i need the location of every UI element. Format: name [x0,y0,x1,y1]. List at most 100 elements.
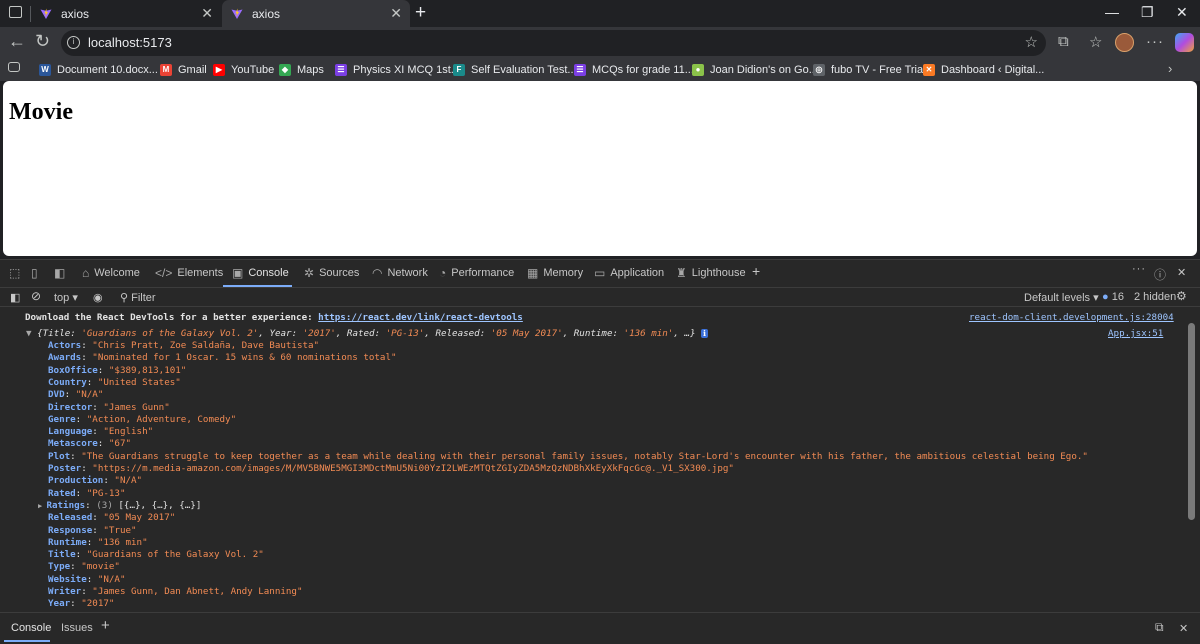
close-icon[interactable]: ✕ [201,5,213,22]
bookmark-item[interactable]: ✕ Dashboard ‹ Digital... [923,62,1044,78]
source-link-react-dom[interactable]: react-dom-client.development.js:28004 [969,312,1174,323]
tab-lighthouse[interactable]: ♜ Lighthouse [676,266,746,280]
bookmark-item[interactable]: ▶ YouTube [213,62,274,78]
bookmark-item[interactable]: W Document 10.docx... [39,62,158,78]
object-property: Type: "movie" [48,561,120,573]
object-property: Released: "05 May 2017" [48,512,176,524]
tab-elements[interactable]: </> Elements [155,266,223,280]
object-property: Writer: "James Gunn, Dan Abnett, Andy La… [48,586,303,597]
source-link-app[interactable]: App.jsx:51 [1108,328,1163,339]
bookmark-item[interactable]: ● Joan Didion's on Go... [692,62,818,78]
tab-network[interactable]: ◠ Network [372,266,428,280]
browser-tab-1[interactable]: axios ✕ [31,0,221,27]
object-property[interactable]: ▶ Ratings: (3) [{…}, {…}, {…}] [38,500,201,512]
help-icon[interactable]: ⓘ [1154,266,1171,283]
reload-icon[interactable]: ↻ [35,31,50,52]
sidebar-toggle-icon[interactable]: ◧ [10,291,20,304]
favorites-icon[interactable]: ☆ [1089,33,1102,51]
inspect-element-icon[interactable]: ⬚ [9,266,25,280]
expand-arrow-icon[interactable]: ▼ [26,328,37,339]
code-icon: </> [155,266,173,280]
object-summary[interactable]: ▼ {Title: 'Guardians of the Galaxy Vol. … [26,328,709,340]
live-expression-eye-icon[interactable]: ◉ [93,291,103,304]
restore-icon[interactable]: ❐ [1141,4,1154,21]
bookmark-label: Maps [297,64,324,76]
bug-icon: ✲ [304,266,315,280]
browser-tab-2[interactable]: axios ✕ [222,0,410,27]
more-tabs-plus-icon[interactable]: + [752,263,760,279]
console-toolbar: ◧ ⊘ top ▾ ◉ ⚲ Filter Default levels ▾ ● … [0,288,1200,307]
back-icon[interactable]: ← [8,31,26,52]
bookmark-label: MCQs for grade 11... [592,64,694,76]
list-icon: ☰ [574,64,586,76]
extensions-icon[interactable]: ⧉ [1058,33,1069,50]
dock-icon[interactable]: ◧ [54,266,70,280]
maps-icon: ◆ [279,64,291,76]
tab-application[interactable]: ▭ Application [594,266,664,280]
minimize-icon[interactable]: — [1105,4,1119,20]
context-selector[interactable]: top ▾ [54,291,78,304]
filter-input[interactable]: ⚲ Filter [120,291,156,304]
tab-performance[interactable]: ◔ Performance [439,266,514,280]
object-property: Awards: "Nominated for 1 Oscar. 15 wins … [48,352,397,364]
react-devtools-link[interactable]: https://react.dev/link/react-devtools [318,312,523,323]
clear-console-icon[interactable]: ⊘ [31,289,41,303]
window-close-icon[interactable]: ✕ [1176,4,1188,21]
issues-counter[interactable]: ● 16 [1102,291,1124,303]
tab-sources[interactable]: ✲ Sources [304,266,359,280]
android-icon: ● [692,64,704,76]
tab-actions-icon[interactable] [9,6,22,18]
tab-strip: axios ✕ axios ✕ + — ❐ ✕ [0,0,1200,27]
address-bar[interactable]: i localhost:5173 ☆ [61,30,1046,56]
copilot-icon[interactable] [1175,33,1194,52]
device-toolbar-icon[interactable]: ▯ [31,266,43,280]
lighthouse-icon: ♜ [676,266,687,280]
chevron-right-icon[interactable]: › [1168,61,1172,76]
bookmark-item[interactable]: ◆ Maps [279,62,324,78]
active-tab-indicator [223,285,292,287]
tab-title: axios [252,6,281,21]
bookmark-item[interactable]: M Gmail [160,62,207,78]
devtools-menu-icon[interactable]: ··· [1132,263,1146,275]
console-output[interactable]: Download the React DevTools for a better… [0,308,1185,606]
tab-console[interactable]: ▣ Console [232,266,289,280]
drawer-tab-console[interactable]: Console [11,622,51,634]
browser-toolbar: ← ↻ i localhost:5173 ☆ ⧉ ☆ ··· [0,27,1200,58]
info-badge-icon[interactable]: ℹ [701,329,709,338]
object-property: Actors: "Chris Pratt, Zoe Saldaña, Dave … [48,340,320,351]
drawer-active-indicator [4,640,50,642]
favorite-star-icon[interactable]: ☆ [1025,33,1038,51]
tab-memory[interactable]: ▦ Memory [527,266,583,280]
dock-drawer-icon[interactable]: ⧉ [1155,620,1164,635]
log-levels-dropdown[interactable]: Default levels ▾ [1024,291,1099,304]
console-settings-gear-icon[interactable]: ⚙ [1176,289,1187,303]
devtools-panel: ⬚ ▯ ◧ ⌂ Welcome </> Elements ▣ Console ✲ Sou… [0,259,1200,644]
object-property: Plot: "The Guardians struggle to keep to… [48,450,1088,462]
profile-avatar[interactable] [1115,33,1134,52]
bookmark-label: fubo TV - Free Trial [831,64,926,76]
bookmark-item[interactable]: ☰ Physics XI MCQ 1st... [335,62,460,78]
bookmark-item[interactable]: ☰ MCQs for grade 11... [574,62,694,78]
bookmark-label: Dashboard ‹ Digital... [941,64,1045,76]
drawer-close-icon[interactable]: ✕ [1179,622,1188,635]
url-text[interactable]: localhost:5173 [88,35,172,50]
site-info-icon[interactable]: i [67,36,80,49]
bookmark-item[interactable]: ◎ fubo TV - Free Trial [813,62,926,78]
devtools-close-icon[interactable]: ✕ [1177,266,1186,279]
close-icon[interactable]: ✕ [390,5,402,22]
drawer-tab-issues[interactable]: Issues [61,622,93,634]
globe-icon: ◎ [813,64,825,76]
reading-list-icon[interactable] [8,62,20,72]
console-scrollbar-thumb[interactable] [1188,323,1195,520]
object-property: Language: "English" [48,426,154,438]
drawer-add-tab-icon[interactable]: + [101,617,110,634]
more-menu-icon[interactable]: ··· [1146,33,1164,50]
tab-welcome[interactable]: ⌂ Welcome [82,266,140,280]
object-property: Runtime: "136 min" [48,536,148,548]
console-icon: ▣ [232,266,244,280]
new-tab-icon[interactable]: + [415,2,426,24]
object-property: Production: "N/A" [48,475,143,487]
bookmark-item[interactable]: F Self Evaluation Test... [453,62,577,78]
bookmark-label: Joan Didion's on Go... [710,64,818,76]
forms-icon: F [453,64,465,76]
